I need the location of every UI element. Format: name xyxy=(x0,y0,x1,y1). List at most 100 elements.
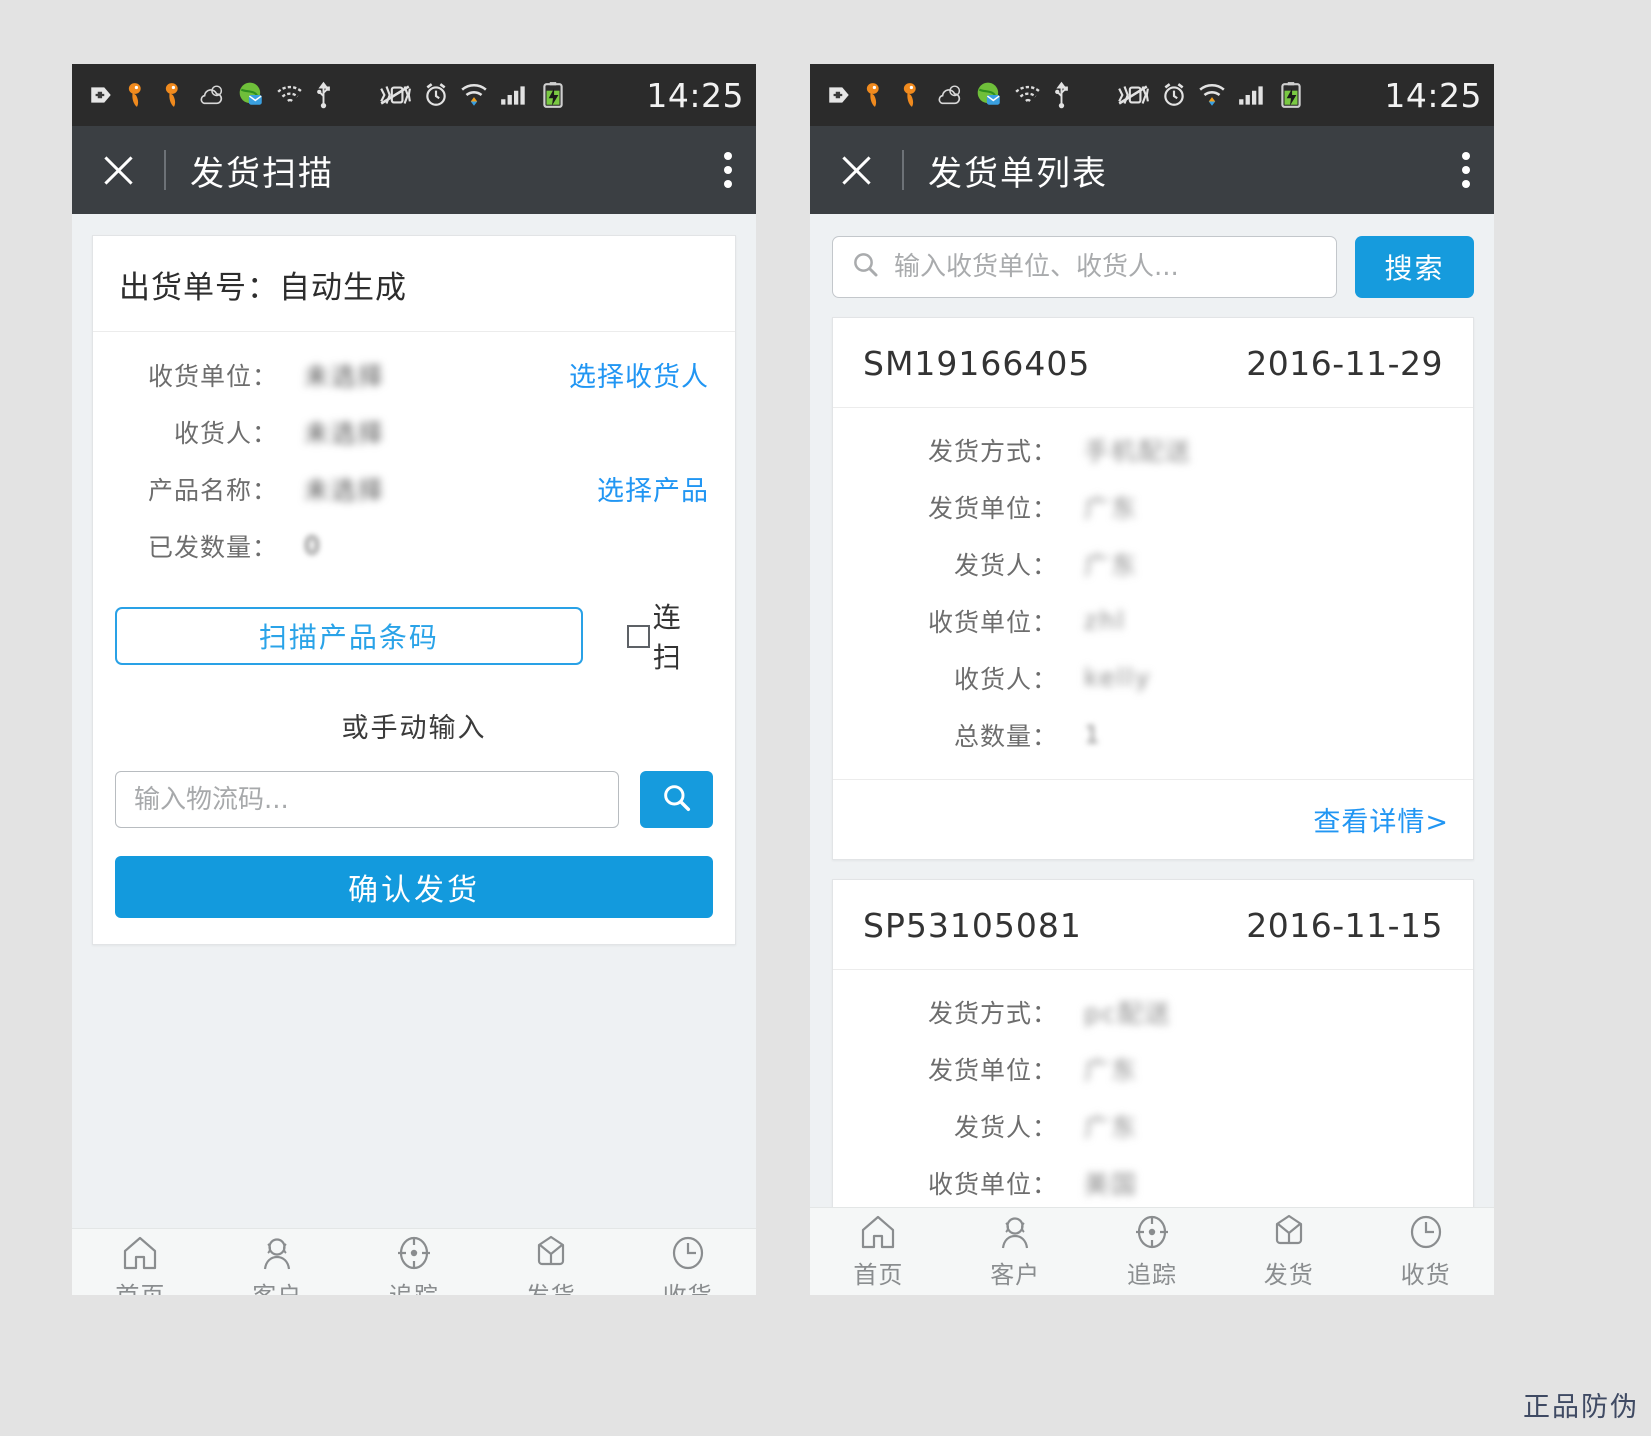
order-card[interactable]: SM19166405 2016-11-29 发货方式： 手机配送 发货单位： 广… xyxy=(832,317,1474,860)
target-icon xyxy=(394,1234,434,1272)
globe-mail-icon xyxy=(237,81,265,109)
order-card-rows: 发货方式： pc配送 发货单位： 广东 发货人： 广东 收货单位： 美国 xyxy=(833,970,1473,1227)
tab-home[interactable]: 首页 xyxy=(810,1213,947,1290)
form-value-redacted: 0 xyxy=(304,531,320,560)
order-row-value-redacted: kelly xyxy=(1084,663,1152,692)
form-label: 产品名称： xyxy=(147,475,278,505)
tab-customers[interactable]: 客户 xyxy=(209,1234,346,1295)
confirm-shipment-button[interactable]: 确认发货 xyxy=(115,856,713,918)
continuous-scan-checkbox[interactable]: 连扫 xyxy=(626,596,709,676)
status-bar-clock: 14:25 xyxy=(1384,75,1482,115)
tab-label: 发货 xyxy=(1263,1261,1314,1289)
order-row-label: 收货单位： xyxy=(927,607,1058,637)
checkbox-box-icon[interactable] xyxy=(626,624,650,648)
tab-shipping[interactable]: 发货 xyxy=(482,1234,619,1295)
search-input[interactable] xyxy=(894,252,1318,282)
title-bar-right: 发货单列表 xyxy=(810,126,1494,214)
watermark: 正品防伪 xyxy=(1523,1392,1639,1423)
form-row-shipped-qty: 已发数量： 0 xyxy=(93,517,735,574)
tab-receiving[interactable]: 收货 xyxy=(1357,1213,1494,1290)
close-icon[interactable] xyxy=(98,150,138,190)
order-row-value-redacted: 广东 xyxy=(1084,493,1139,523)
users-icon xyxy=(257,1234,297,1272)
home-icon xyxy=(858,1213,898,1251)
vibrate-off-icon xyxy=(1116,83,1150,107)
tab-label: 收货 xyxy=(663,1276,713,1295)
form-row-consignee-person: 收货人： 未选择 xyxy=(93,403,735,460)
order-card-footer: 查看详情> xyxy=(833,779,1473,859)
uc-browser-icon xyxy=(162,81,188,109)
target-icon xyxy=(1132,1213,1172,1251)
shipment-no-header: 出货单号：自动生成 xyxy=(93,236,735,332)
or-manual-input-text: 或手动输入 xyxy=(341,713,487,744)
logistics-code-row xyxy=(93,745,735,828)
search-field-wrapper[interactable] xyxy=(832,236,1337,298)
logistics-code-search-button[interactable] xyxy=(640,771,713,828)
bottom-tabbar-left: 首页 客户 追踪 发货 xyxy=(72,1228,756,1295)
order-date: 2016-11-15 xyxy=(1246,906,1443,945)
view-detail-link[interactable]: 查看详情> xyxy=(1313,807,1449,838)
scan-product-barcode-button[interactable]: 扫描产品条码 xyxy=(115,607,583,665)
select-consignee-link[interactable]: 选择收货人 xyxy=(569,355,709,394)
shipping-scan-body: 出货单号：自动生成 收货单位： 未选择 选择收货人 收货人： 未选择 产品名称：… xyxy=(72,235,756,1295)
box-icon xyxy=(531,1234,571,1272)
order-number: SM19166405 xyxy=(863,344,1091,383)
select-product-link[interactable]: 选择产品 xyxy=(597,469,709,508)
search-bar: 搜索 xyxy=(810,214,1494,298)
tab-receiving[interactable]: 收货 xyxy=(619,1234,756,1295)
logistics-code-input[interactable] xyxy=(115,771,620,828)
scan-row: 扫描产品条码 连扫 xyxy=(93,578,735,676)
order-row-label: 发货单位： xyxy=(927,1055,1058,1085)
status-bar-clock: 14:25 xyxy=(646,75,744,115)
shipping-form-rows: 收货单位： 未选择 选择收货人 收货人： 未选择 产品名称： 未选择 选择产品 xyxy=(93,332,735,578)
close-icon[interactable] xyxy=(836,150,876,190)
order-card-header: SM19166405 2016-11-29 xyxy=(833,318,1473,408)
uc-browser-icon xyxy=(863,81,889,109)
tab-customers[interactable]: 客户 xyxy=(947,1213,1084,1290)
clock-icon xyxy=(668,1234,708,1272)
phone-screen-shipping-scan: 14:25 发货扫描 出货单号：自动生成 收货单位： 未选择 选择收货人 收货人… xyxy=(72,64,756,1295)
alarm-clock-icon xyxy=(1161,82,1187,108)
form-row-product-name: 产品名称： 未选择 选择产品 xyxy=(93,460,735,517)
order-row-label: 收货单位： xyxy=(927,1169,1058,1199)
tab-home[interactable]: 首页 xyxy=(72,1234,209,1295)
search-button[interactable]: 搜索 xyxy=(1355,236,1474,298)
order-row-shipper-company: 发货单位： 广东 xyxy=(833,478,1473,535)
order-number: SP53105081 xyxy=(863,906,1082,945)
box-icon xyxy=(1269,1213,1309,1251)
tab-label: 追踪 xyxy=(389,1276,439,1295)
order-row-shipper-company: 发货单位： 广东 xyxy=(833,1040,1473,1097)
form-value-redacted: 未选择 xyxy=(304,418,386,448)
bottom-tabbar-right: 首页 客户 追踪 发货 收货 xyxy=(810,1207,1494,1295)
tab-shipping[interactable]: 发货 xyxy=(1220,1213,1357,1290)
users-icon xyxy=(995,1213,1035,1251)
battery-charging-icon xyxy=(1278,81,1304,109)
wifi-signal-icon xyxy=(1198,82,1226,108)
overflow-menu-icon[interactable] xyxy=(1462,152,1472,188)
tab-tracking[interactable]: 追踪 xyxy=(1084,1213,1221,1290)
order-card[interactable]: SP53105081 2016-11-15 发货方式： pc配送 发货单位： 广… xyxy=(832,879,1474,1228)
title-divider xyxy=(164,150,166,190)
order-row-label: 发货方式： xyxy=(927,998,1058,1028)
order-row-value-redacted: 手机配送 xyxy=(1084,436,1193,466)
sdcard-plus-icon xyxy=(88,82,114,108)
overflow-menu-icon[interactable] xyxy=(724,152,734,188)
clock-icon xyxy=(1406,1213,1446,1251)
page-title-left: 发货扫描 xyxy=(190,153,334,194)
form-label: 收货单位： xyxy=(147,361,278,391)
order-row-value-redacted: 广东 xyxy=(1084,1112,1139,1142)
sdcard-plus-icon xyxy=(826,82,852,108)
shipment-list-body: 搜索 SM19166405 2016-11-29 发货方式： 手机配送 发 xyxy=(810,214,1494,1295)
weather-cloud-icon xyxy=(937,83,964,107)
battery-charging-icon xyxy=(540,81,566,109)
uc-browser-icon xyxy=(125,81,151,109)
order-row-value-redacted: 广东 xyxy=(1084,550,1139,580)
status-bar-icons xyxy=(826,81,1384,109)
title-divider xyxy=(902,150,904,190)
status-bar-left: 14:25 xyxy=(72,64,756,126)
order-row-value-redacted: 广东 xyxy=(1084,1055,1139,1085)
usb-icon xyxy=(315,81,332,109)
wifi-question-icon xyxy=(276,83,304,107)
tab-tracking[interactable]: 追踪 xyxy=(346,1234,483,1295)
order-row-value-redacted: 美国 xyxy=(1084,1169,1139,1199)
